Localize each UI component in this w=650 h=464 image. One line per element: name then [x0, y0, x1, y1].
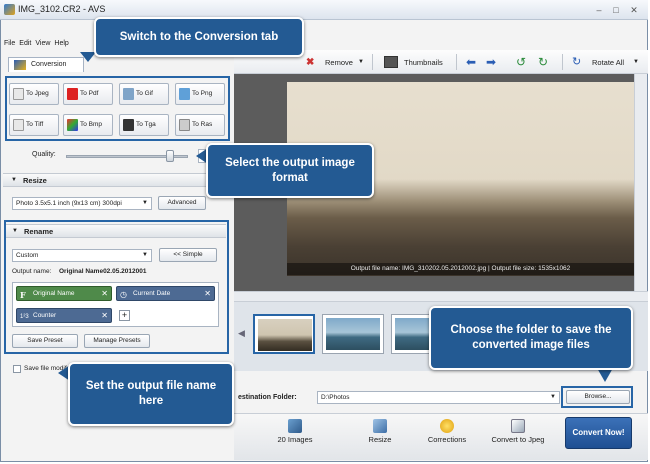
quality-label: Quality: — [32, 151, 56, 158]
callout-output-format: Select the output image format — [206, 143, 374, 198]
convert-now-button[interactable]: Convert Now! — [565, 417, 632, 449]
next-arrow-icon[interactable]: ➡ — [486, 56, 496, 69]
maximize-icon[interactable]: □ — [609, 4, 623, 16]
preview-caption: Output file name: IMG_310202.05.2012002.… — [287, 263, 634, 275]
remove-icon: ✖ — [306, 57, 315, 68]
convert-icon — [511, 419, 525, 433]
menu-help[interactable]: Help — [54, 40, 68, 47]
rotate-left-icon[interactable]: ↺ — [516, 56, 526, 69]
menu-bar: File Edit View Help — [0, 38, 100, 50]
save-modified-checkbox[interactable] — [13, 365, 21, 373]
collapse-arrow-icon: ▼ — [11, 177, 17, 183]
thumbnail-item[interactable] — [322, 314, 384, 354]
thumbnail-image — [326, 318, 380, 350]
strip-left-arrow-icon[interactable]: ◀ — [238, 328, 245, 339]
remove-button[interactable]: Remove — [325, 56, 353, 69]
destination-folder-field[interactable]: D:\Photos ▼ — [317, 391, 560, 404]
thumbnails-icon — [384, 56, 398, 68]
close-icon[interactable]: ✕ — [627, 4, 641, 16]
minimize-icon[interactable]: – — [592, 4, 606, 16]
callout-pointer — [597, 368, 613, 382]
previous-arrow-icon[interactable]: ⬅ — [466, 56, 476, 69]
rotate-right-icon[interactable]: ↻ — [538, 56, 548, 69]
window-title: IMG_3102.CR2 - AVS — [18, 4, 106, 14]
destination-folder-label: estination Folder: — [238, 394, 297, 401]
tab-conversion-label: Conversion — [31, 61, 67, 68]
callout-conversion-tab: Switch to the Conversion tab — [94, 17, 304, 57]
tab-conversion[interactable]: Conversion — [8, 57, 84, 72]
thumbnail-item[interactable] — [253, 314, 315, 354]
rotate-all-icon: ↻ — [572, 56, 582, 68]
step-resize[interactable]: Resize — [350, 418, 410, 450]
browse-highlight — [561, 386, 633, 408]
star-icon — [440, 419, 454, 433]
step-corrections[interactable]: Corrections — [414, 418, 480, 450]
format-highlight — [5, 76, 230, 141]
thumbnails-button[interactable]: Thumbnails — [404, 56, 443, 69]
horizontal-scrollbar[interactable] — [234, 291, 648, 301]
resize-section-header[interactable]: ▼ Resize — [3, 173, 229, 187]
rotate-all-dropdown-icon[interactable]: ▼ — [633, 56, 639, 69]
callout-destination-folder: Choose the folder to save the converted … — [429, 306, 633, 370]
resize-icon — [373, 419, 387, 433]
conversion-icon — [14, 60, 26, 70]
advanced-button[interactable]: Advanced — [158, 196, 206, 210]
step-convert[interactable]: Convert to Jpeg — [482, 418, 554, 450]
menu-view[interactable]: View — [35, 40, 50, 47]
resize-preset-select[interactable]: Photo 3.5x5.1 inch (9x13 cm) 300dpi ▼ — [12, 197, 152, 210]
toolbar-divider — [372, 54, 373, 70]
remove-dropdown-icon[interactable]: ▼ — [358, 56, 364, 69]
menu-edit[interactable]: Edit — [19, 40, 31, 47]
images-icon — [288, 419, 302, 433]
menu-file[interactable]: File — [4, 40, 15, 47]
app-icon — [4, 4, 15, 15]
callout-output-name: Set the output file name here — [68, 362, 234, 426]
thumbnail-image — [258, 319, 312, 351]
step-images[interactable]: 20 Images — [262, 418, 328, 450]
rotate-all-button[interactable]: Rotate All — [592, 56, 624, 69]
toolbar-divider — [456, 54, 457, 70]
vertical-scrollbar[interactable] — [634, 74, 647, 292]
chevron-down-icon: ▼ — [142, 200, 148, 206]
chevron-down-icon: ▼ — [550, 394, 556, 400]
toolbar-divider — [562, 54, 563, 70]
quality-slider-handle[interactable] — [166, 150, 174, 162]
rename-highlight — [4, 220, 229, 354]
